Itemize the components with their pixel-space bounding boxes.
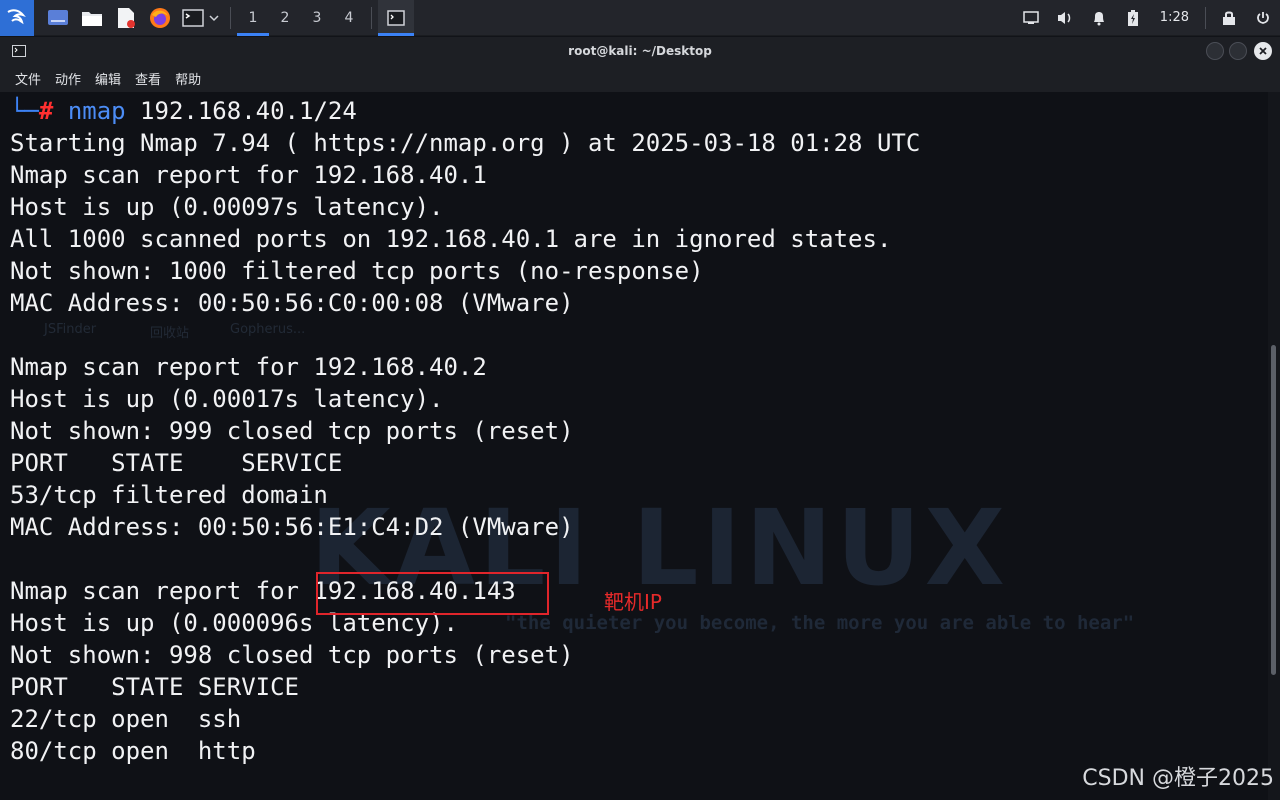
panel-separator [230, 6, 231, 29]
command-name: nmap [67, 97, 126, 125]
folder-icon [82, 11, 102, 26]
output-line: Not shown: 1000 filtered tcp ports (no-r… [10, 257, 704, 285]
menu-actions[interactable]: 动作 [48, 69, 88, 88]
bell-icon [1093, 11, 1104, 25]
workspace-1[interactable]: 1 [237, 0, 269, 36]
desktop-label: Gopherus... [230, 322, 306, 337]
terminal-icon [182, 8, 204, 27]
menu-view[interactable]: 查看 [128, 69, 168, 88]
prompt-hash: # [38, 97, 54, 125]
output-line: Starting Nmap 7.94 ( https://nmap.org ) … [10, 129, 921, 157]
desktop-label: 回收站 [150, 326, 190, 341]
text-editor-icon [118, 7, 135, 28]
file-manager-button[interactable] [78, 0, 106, 36]
battery-icon [1127, 9, 1138, 26]
lock-screen-button[interactable] [1212, 10, 1246, 26]
output-line: 53/tcp filtered domain [10, 481, 328, 509]
menu-help[interactable]: 帮助 [168, 69, 208, 88]
top-panel: 1 2 3 4 1:28 [0, 0, 1280, 36]
output-line: Not shown: 998 closed tcp ports (reset) [10, 641, 574, 669]
battery-button[interactable] [1116, 9, 1150, 27]
kali-menu-button[interactable] [0, 0, 34, 36]
terminal-icon [387, 9, 405, 26]
desktop-label: JSFinder [44, 322, 97, 337]
output-line: 22/tcp open ssh [10, 705, 242, 733]
volume-icon [1057, 11, 1071, 24]
prompt-corner: └─ [10, 97, 39, 125]
workspace-4[interactable]: 4 [333, 0, 365, 36]
command-args: 192.168.40.1/24 [125, 97, 357, 125]
output-line: Host is up (0.00097s latency). [10, 193, 444, 221]
volume-button[interactable] [1048, 10, 1082, 26]
terminal-launcher-button[interactable] [178, 0, 224, 36]
output-line: Nmap scan report for 192.168.40.2 [10, 353, 487, 381]
menu-file[interactable]: 文件 [8, 69, 48, 88]
monitor-icon [1023, 10, 1039, 24]
panel-separator [371, 6, 372, 29]
kali-dragon-icon [7, 8, 26, 24]
system-tray: 1:28 [1014, 0, 1280, 36]
desktop-icon [48, 9, 68, 25]
clock[interactable]: 1:28 [1150, 10, 1199, 25]
target-ip-highlight [316, 572, 549, 615]
display-button[interactable] [1014, 10, 1048, 25]
text-editor-button[interactable] [112, 0, 140, 36]
close-icon [1259, 47, 1267, 55]
minimize-button[interactable] [1206, 42, 1224, 60]
notifications-button[interactable] [1082, 10, 1116, 26]
terminal-scrollbar[interactable] [1268, 92, 1280, 800]
output-line: PORT STATE SERVICE [10, 673, 299, 701]
csdn-credit-watermark: CSDN @橙子2025 [1082, 766, 1274, 791]
maximize-button[interactable] [1229, 42, 1247, 60]
output-line: Host is up (0.00017s latency). [10, 385, 444, 413]
output-line: PORT STATE SERVICE [10, 449, 343, 477]
terminal-output[interactable]: KALI LINUX "the quieter you become, the … [0, 92, 1268, 800]
terminal-title-bar[interactable]: root@kali: ~/Desktop [0, 37, 1280, 64]
output-line: Nmap scan report for 192.168.40.1 [10, 161, 487, 189]
close-button[interactable] [1254, 42, 1272, 60]
menu-bar: 文件 动作 编辑 查看 帮助 [0, 64, 1280, 92]
output-line: All 1000 scanned ports on 192.168.40.1 a… [10, 225, 892, 253]
output-line: MAC Address: 00:50:56:E1:C4:D2 (VMware) [10, 513, 574, 541]
power-icon [1257, 11, 1269, 24]
output-line: 80/tcp open http [10, 737, 256, 765]
firefox-icon [150, 7, 170, 28]
lock-icon [1223, 11, 1235, 25]
window-title: root@kali: ~/Desktop [568, 43, 712, 58]
output-line: MAC Address: 00:50:56:C0:00:08 (VMware) [10, 289, 574, 317]
target-ip-annotation: 靶机IP [604, 590, 662, 614]
watermark-quote: "the quieter you become, the more you ar… [505, 612, 1135, 634]
workspace-3[interactable]: 3 [301, 0, 333, 36]
scroll-thumb[interactable] [1271, 345, 1276, 675]
output-line: Not shown: 999 closed tcp ports (reset) [10, 417, 574, 445]
show-desktop-button[interactable] [44, 0, 72, 36]
taskbar-terminal-window[interactable] [378, 0, 414, 36]
workspace-2[interactable]: 2 [269, 0, 301, 36]
menu-edit[interactable]: 编辑 [88, 69, 128, 88]
power-button[interactable] [1246, 10, 1280, 26]
chevron-down-icon [209, 14, 219, 21]
firefox-button[interactable] [146, 0, 174, 36]
prompt-line: └─# nmap 192.168.40.1/24 [10, 95, 357, 127]
panel-separator [1205, 6, 1206, 29]
